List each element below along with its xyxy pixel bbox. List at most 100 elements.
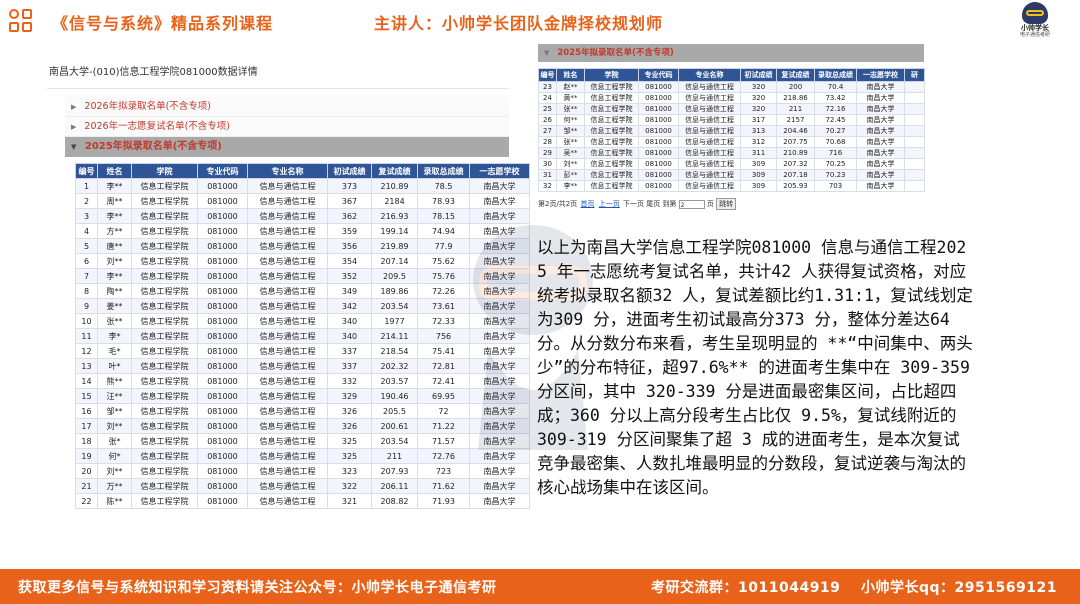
table-cell: 340 bbox=[327, 313, 372, 329]
table-cell: 周** bbox=[97, 193, 132, 209]
table-cell: 赵** bbox=[556, 81, 585, 93]
column-header: 一志愿学校 bbox=[469, 163, 530, 179]
table-cell: 081000 bbox=[197, 403, 248, 419]
table-cell: 205.5 bbox=[371, 403, 418, 419]
table-cell: 南昌大学 bbox=[469, 343, 530, 359]
accordion-label: 2026年拟录取名单(不含专项) bbox=[84, 101, 212, 112]
table-cell: 熊** bbox=[97, 373, 132, 389]
accordion-2026-retest[interactable]: ▶ 2026年一志愿复试名单(不含专项) bbox=[65, 117, 509, 137]
first-page-link[interactable]: 首页 bbox=[581, 200, 595, 208]
table-cell: 207.75 bbox=[776, 136, 815, 148]
table-cell: 24 bbox=[538, 92, 557, 104]
table-cell: 信息与通信工程 bbox=[247, 463, 328, 479]
table-cell: 信息与通信工程 bbox=[247, 448, 328, 464]
table-row: 22 陈** 信息工程学院 081000 信息与通信工程 321 208.82 71.93 南昌… bbox=[75, 493, 530, 509]
table-row: 32 李** 信息工程学院 081000 信息与通信工程 309 205.93 703 南昌大学 bbox=[538, 180, 925, 192]
column-header: 研 bbox=[904, 68, 925, 82]
table-cell: 342 bbox=[327, 298, 372, 314]
header-bar: 《信号与系统》精品系列课程 主讲人：小帅学长团队金牌择校规划师 小帅学长 电子通… bbox=[0, 0, 1080, 44]
column-header: 姓名 bbox=[556, 68, 585, 82]
table-cell: 信息工程学院 bbox=[131, 463, 198, 479]
table-cell: 刘** bbox=[97, 418, 132, 434]
table-cell: 203.54 bbox=[371, 298, 418, 314]
table-cell: 207.32 bbox=[776, 158, 815, 170]
table-cell: 信息工程学院 bbox=[584, 125, 639, 137]
table-row: 28 张** 信息工程学院 081000 信息与通信工程 312 207.75 70.68 南昌… bbox=[538, 136, 925, 148]
table-cell: 南昌大学 bbox=[469, 358, 530, 374]
table-cell: 321 bbox=[327, 493, 372, 509]
table-cell: 信息与通信工程 bbox=[678, 147, 741, 159]
table-cell: 72.33 bbox=[417, 313, 470, 329]
course-title: 《信号与系统》精品系列课程 bbox=[52, 14, 274, 33]
column-header: 专业名称 bbox=[678, 68, 741, 82]
table-cell: 南昌大学 bbox=[469, 388, 530, 404]
page-number-input[interactable]: 2 bbox=[678, 199, 705, 209]
table-cell: 南昌大学 bbox=[469, 193, 530, 209]
table-cell: 南昌大学 bbox=[856, 92, 905, 104]
chevron-right-icon: ▶ bbox=[71, 123, 77, 131]
prev-page-link[interactable]: 上一页 bbox=[599, 200, 620, 208]
table-cell: 信息与通信工程 bbox=[247, 328, 328, 344]
goto-label: 到第 bbox=[662, 200, 677, 208]
table-cell: 信息工程学院 bbox=[584, 169, 639, 181]
table-row: 23 赵** 信息工程学院 081000 信息与通信工程 320 200 70.4 南昌大学 bbox=[538, 81, 925, 93]
table-cell: 081000 bbox=[197, 268, 248, 284]
table-cell: 陶** bbox=[97, 283, 132, 299]
table-cell: 信息工程学院 bbox=[131, 418, 198, 434]
table-row: 1 李** 信息工程学院 081000 信息与通信工程 373 210.89 78.5 南昌大学 bbox=[75, 178, 530, 194]
table-cell: 73.61 bbox=[417, 298, 470, 314]
table-cell: 信息与通信工程 bbox=[247, 178, 328, 194]
table-cell: 刘** bbox=[556, 158, 585, 170]
table-cell: 信息工程学院 bbox=[584, 147, 639, 159]
lecturer-label: 主讲人：小帅学长团队金牌择校规划师 bbox=[374, 14, 664, 33]
table-cell: 320 bbox=[740, 81, 777, 93]
table-cell: 信息工程学院 bbox=[131, 313, 198, 329]
table-row: 17 刘** 信息工程学院 081000 信息与通信工程 326 200.61 71.22 南昌… bbox=[75, 418, 530, 434]
table-cell: 邹** bbox=[556, 125, 585, 137]
table-cell: 081000 bbox=[197, 418, 248, 434]
table-cell: 信息与通信工程 bbox=[678, 114, 741, 126]
table-cell: 汪** bbox=[97, 388, 132, 404]
table-cell: 信息工程学院 bbox=[131, 448, 198, 464]
accordion-2025-admission-page2[interactable]: ▼ 2025年拟录取名单(不含专项) bbox=[538, 44, 924, 62]
column-header: 复试成绩 bbox=[371, 163, 418, 179]
table-cell: 信息与通信工程 bbox=[247, 193, 328, 209]
table-cell: 313 bbox=[740, 125, 777, 137]
table-cell: 317 bbox=[740, 114, 777, 126]
accordion-2026-admission[interactable]: ▶ 2026年拟录取名单(不含专项) bbox=[65, 97, 509, 117]
table-cell: 信息与通信工程 bbox=[678, 158, 741, 170]
footer-group: 考研交流群：1011044919 bbox=[651, 580, 841, 596]
table-cell: 211 bbox=[776, 103, 815, 115]
table-cell: 张** bbox=[556, 103, 585, 115]
table-cell: 信息工程学院 bbox=[131, 373, 198, 389]
table-cell: 200 bbox=[776, 81, 815, 93]
table-row: 29 吴** 信息工程学院 081000 信息与通信工程 311 210.89 716 南昌大学 bbox=[538, 147, 925, 159]
table-cell: 200.61 bbox=[371, 418, 418, 434]
jump-button[interactable]: 跳转 bbox=[716, 198, 737, 210]
table-cell: 71.93 bbox=[417, 493, 470, 509]
table-cell: 姜** bbox=[97, 298, 132, 314]
table-cell: 72.41 bbox=[417, 373, 470, 389]
table-cell: 211 bbox=[371, 448, 418, 464]
table-cell: 207.18 bbox=[776, 169, 815, 181]
table-cell: 71.62 bbox=[417, 478, 470, 494]
table-cell: 20 bbox=[75, 463, 98, 479]
table-cell: 信息工程学院 bbox=[131, 268, 198, 284]
table-cell: 南昌大学 bbox=[469, 403, 530, 419]
table-cell: 南昌大学 bbox=[469, 253, 530, 269]
table-cell: 李** bbox=[97, 208, 132, 224]
column-header: 录取总成绩 bbox=[814, 68, 857, 82]
table-cell: 信息工程学院 bbox=[131, 253, 198, 269]
accordion-2025-admission[interactable]: ▼ 2025年拟录取名单(不含专项) bbox=[65, 137, 509, 157]
table-cell: 210.89 bbox=[371, 178, 418, 194]
table-cell: 叶* bbox=[97, 358, 132, 374]
table-cell: 南昌大学 bbox=[469, 283, 530, 299]
table-cell: 李** bbox=[97, 178, 132, 194]
column-header: 复试成绩 bbox=[776, 68, 815, 82]
table-cell: 325 bbox=[327, 433, 372, 449]
table-cell: 208.82 bbox=[371, 493, 418, 509]
table-cell bbox=[904, 81, 925, 93]
chevron-down-icon: ▼ bbox=[71, 143, 77, 151]
table-cell: 22 bbox=[75, 493, 98, 509]
table-cell: 信息与通信工程 bbox=[678, 180, 741, 192]
